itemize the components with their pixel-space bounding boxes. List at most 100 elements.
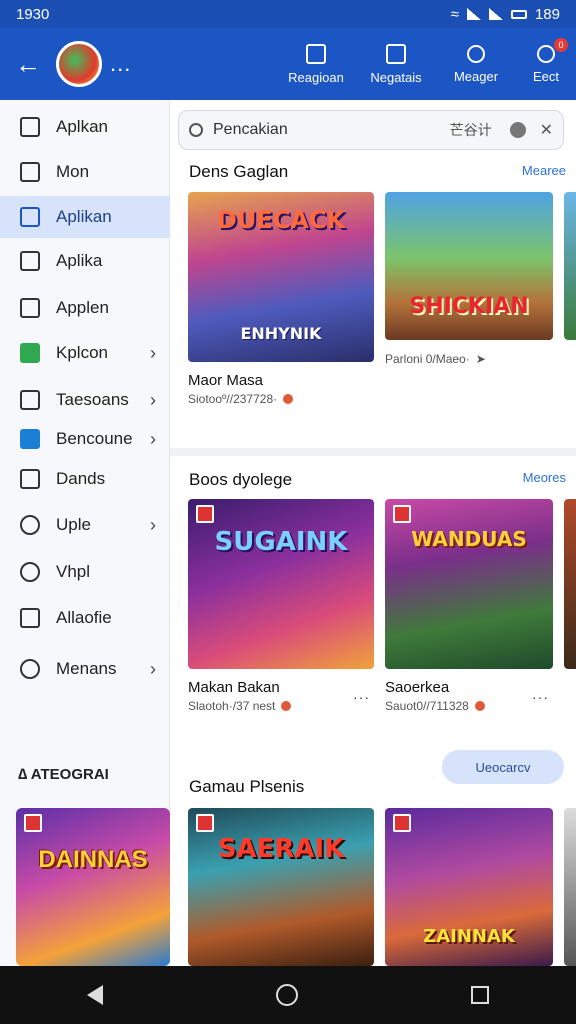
game-name: Maor Masa — [188, 372, 264, 389]
section-title: Dens Gaglan — [189, 162, 289, 181]
rating-icon — [281, 701, 292, 711]
share-icon: ➤ — [475, 352, 486, 366]
sidebar-item-applen[interactable]: Applen — [0, 287, 170, 329]
action-reagioan-button[interactable]: Reagioan — [276, 28, 356, 100]
tag-icon — [196, 505, 214, 523]
gift-icon — [386, 43, 406, 64]
poster-title: WANDUAS — [411, 527, 527, 551]
poster-title: SHICKIAN — [409, 294, 529, 319]
square-icon — [20, 390, 40, 410]
sidebar-item-aplikan[interactable]: Aplikan — [0, 196, 170, 238]
sidebar-item-mon[interactable]: Mon — [0, 151, 170, 193]
home-icon — [20, 117, 40, 137]
search-bar[interactable]: Pencakian 芒谷计 ✕ — [178, 110, 564, 150]
sidebar-item-kplcon[interactable]: Kplcon › — [0, 332, 170, 374]
section-divider — [170, 448, 576, 456]
mic-icon[interactable] — [509, 122, 526, 138]
overflow-menu-icon[interactable]: ··· — [353, 689, 370, 705]
chevron-right-icon: › — [150, 342, 156, 363]
card-poster-title: DAINNAS — [38, 846, 148, 873]
game-tile[interactable]: SUGAINK Makan Bakan Slaotoh·/37 nest ··· — [188, 499, 374, 713]
game-tile-partial[interactable] — [564, 808, 576, 966]
game-poster: WANDUAS — [385, 499, 553, 669]
sidebar-item-label: Vhpl — [56, 562, 91, 581]
phone-icon — [20, 162, 40, 182]
chevron-right-icon: › — [150, 428, 156, 449]
app-logo[interactable] — [56, 41, 102, 87]
section-action-button[interactable]: Ueocarcv — [442, 750, 564, 784]
game-meta: Sauot0//711328 — [385, 699, 553, 713]
gear-icon — [537, 44, 555, 63]
game-tile[interactable]: ZAINNAK — [385, 808, 553, 966]
notification-badge: 0 — [554, 38, 568, 52]
sidebar-item-aplika[interactable]: Aplika — [0, 240, 170, 282]
game-meta-text: Slaotoh·/37 nest — [188, 699, 276, 713]
poster-subtitle: ENHYNIK — [240, 324, 322, 343]
overflow-menu-icon[interactable]: ··· — [532, 689, 549, 705]
game-tile[interactable]: SAERAIK — [188, 808, 374, 966]
sidebar-item-label: Mon — [56, 162, 90, 181]
sidebar-item-label: Applen — [56, 298, 109, 317]
home-circle-icon[interactable] — [275, 984, 298, 1006]
sidebar-item-allaofie[interactable]: Allaofie — [0, 597, 170, 639]
back-triangle-icon[interactable] — [86, 985, 103, 1005]
game-tile[interactable]: SHICKIAN Parloni 0/Maeo· ➤ — [385, 192, 553, 366]
chevron-right-icon: › — [150, 658, 156, 679]
sidebar-item-bencoune[interactable]: Bencoune › — [0, 418, 170, 460]
back-button[interactable]: ← — [0, 28, 56, 100]
section-more-link[interactable]: Mearee — [522, 163, 566, 178]
signal-icon-2 — [488, 8, 503, 20]
game-poster — [564, 499, 576, 669]
game-meta-text: Siotooº//237728· — [188, 392, 278, 406]
action-label: Reagioan — [288, 69, 344, 85]
square-icon — [20, 251, 40, 271]
sidebar-item-label: Kplcon — [56, 343, 108, 362]
action-meager-button[interactable]: Meager — [436, 28, 516, 100]
poster-title: DUECACK — [216, 206, 346, 234]
section-title: Boos dyolege — [189, 470, 293, 489]
game-name: Makan Bakan — [188, 679, 280, 696]
sidebar-item-aplkan[interactable]: Aplkan — [0, 106, 170, 148]
status-icons: ≈ 189 — [451, 6, 560, 23]
search-input[interactable]: Pencakian — [213, 121, 288, 139]
pin-icon — [467, 44, 485, 63]
game-poster: SHICKIAN — [385, 192, 553, 340]
user-icon — [20, 515, 40, 535]
action-negatais-button[interactable]: Negatais — [356, 28, 436, 100]
game-tile[interactable]: DUECACK ENHYNIK Maor Masa Siotooº//23772… — [188, 192, 374, 406]
sidebar-game-card[interactable]: DAINNAS — [16, 808, 170, 966]
game-meta-text: Sauot0//711328 — [385, 699, 469, 713]
arrow-left-icon: ← — [15, 48, 41, 79]
game-tile[interactable]: WANDUAS Saoerkea Sauot0//711328 ··· — [385, 499, 553, 713]
camera-icon — [20, 298, 40, 318]
recents-square-icon[interactable] — [471, 986, 490, 1004]
sidebar-item-taesoans[interactable]: Taesoans › — [0, 379, 170, 421]
sidebar-item-label: Bencoune — [56, 429, 133, 448]
sidebar-item-vhpl[interactable]: Vhpl — [0, 551, 170, 593]
sidebar-item-label: Aplikan — [56, 207, 112, 226]
section-title: Gamau Plsenis — [189, 777, 305, 796]
close-icon[interactable]: ✕ — [540, 120, 553, 140]
game-tile-partial[interactable] — [564, 192, 576, 340]
game-tile-partial[interactable] — [564, 499, 576, 669]
store-icon — [20, 207, 40, 227]
poster-title: SUGAINK — [214, 527, 348, 557]
main-content: Pencakian 芒谷计 ✕ Dens Gaglan Mearee DUECA… — [170, 100, 576, 966]
chart-icon — [20, 429, 40, 449]
game-poster: SAERAIK — [188, 808, 374, 966]
game-meta: Slaotoh·/37 nest — [188, 699, 374, 713]
sidebar-item-uple[interactable]: Uple › — [0, 504, 170, 546]
sidebar-item-menans[interactable]: Menans › — [0, 648, 170, 690]
more-menu-button[interactable]: ... — [110, 51, 131, 77]
shield-icon — [20, 562, 40, 582]
action-label: Eect — [532, 68, 559, 84]
game-poster — [564, 192, 576, 340]
poster-title: SAERAIK — [217, 834, 345, 864]
game-meta-text: Parloni 0/Maeo· — [385, 352, 470, 366]
sidebar-item-dands[interactable]: Dands — [0, 458, 170, 500]
poster-title: ZAINNAK — [423, 926, 515, 947]
sidebar-item-label: Menans — [56, 659, 117, 678]
action-eect-button[interactable]: Eect 0 — [516, 28, 576, 100]
section-more-link[interactable]: Meores — [523, 470, 566, 485]
search-hint: 芒谷计 — [449, 122, 492, 138]
